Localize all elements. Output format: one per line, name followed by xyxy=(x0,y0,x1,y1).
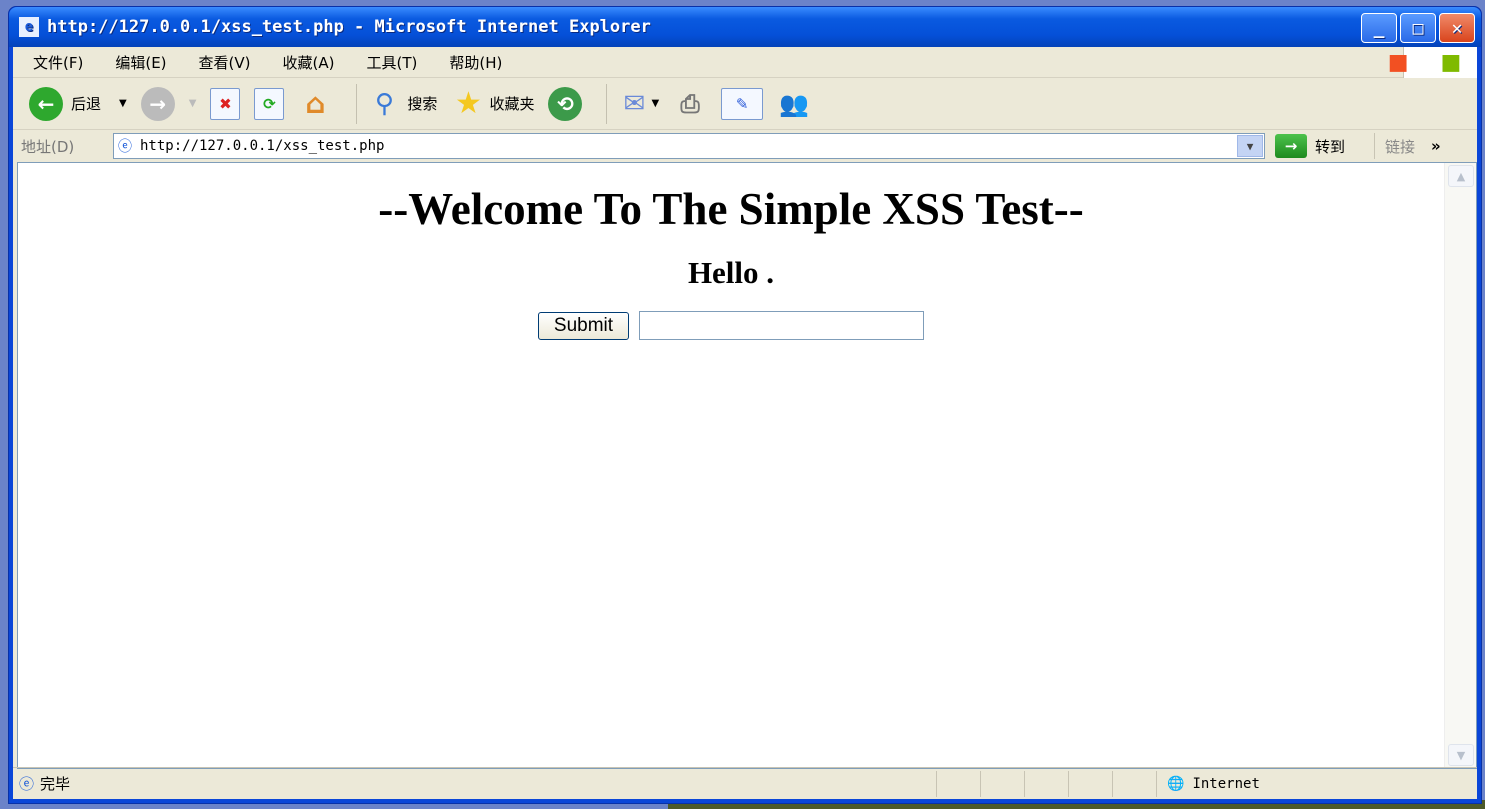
status-cell xyxy=(1112,770,1156,797)
ie-icon: e xyxy=(19,17,39,37)
search-button[interactable]: ⚲ 搜索 xyxy=(367,87,438,121)
menu-favorites[interactable]: 收藏(A) xyxy=(283,52,335,73)
submit-button[interactable]: Submit xyxy=(537,311,630,340)
page-icon: ⓔ xyxy=(118,139,132,155)
minimize-button[interactable]: _ xyxy=(1361,13,1397,43)
toolbar-separator xyxy=(356,83,358,124)
globe-icon: 🌐 xyxy=(1167,775,1185,792)
status-bar: ⓔ 完毕 🌐 Internet xyxy=(13,767,1477,799)
printer-icon: ⎙ xyxy=(680,89,700,118)
vertical-scrollbar[interactable]: ▲ ▼ xyxy=(1444,163,1476,768)
edit-icon: ✎ xyxy=(721,87,764,120)
text-input[interactable] xyxy=(639,311,925,340)
edit-button[interactable]: ✎ xyxy=(721,87,764,120)
favorites-button[interactable]: ★ 收藏夹 xyxy=(451,86,535,121)
back-button[interactable]: ← 后退 ▼ xyxy=(29,86,127,121)
browser-window: e http://127.0.0.1/xss_test.php - Micros… xyxy=(8,6,1482,804)
address-label: 地址(D) xyxy=(21,137,75,156)
stop-icon: ✖ xyxy=(210,87,241,120)
status-text: 完毕 xyxy=(40,775,71,793)
toolbar: ← 后退 ▼ → ▼ ✖ ⟳ ⌂ ⚲ 搜索 ★ 收藏夹 ⟲ ✉ ▼ ⎙ ✎ 👥 xyxy=(13,78,1477,130)
menu-view[interactable]: 查看(V) xyxy=(199,52,251,73)
print-button[interactable]: ⎙ xyxy=(673,87,707,121)
forward-dropdown-icon: ▼ xyxy=(188,98,197,109)
forward-button[interactable]: → ▼ xyxy=(140,86,197,121)
links-more-icon[interactable]: » xyxy=(1431,137,1441,155)
go-arrow-icon: → xyxy=(1275,134,1307,158)
status-cell xyxy=(1024,770,1068,797)
go-button[interactable]: → 转到 xyxy=(1275,133,1375,159)
back-arrow-icon: ← xyxy=(29,86,63,121)
mail-dropdown-icon: ▼ xyxy=(651,98,660,109)
windows-logo-icon: ■ ■ xyxy=(1388,47,1477,78)
stop-button[interactable]: ✖ xyxy=(210,87,241,120)
menu-file[interactable]: 文件(F) xyxy=(33,52,83,73)
zone-label: Internet xyxy=(1192,775,1260,792)
menu-help[interactable]: 帮助(H) xyxy=(449,52,502,73)
messenger-button[interactable]: 👥 xyxy=(777,87,811,121)
address-input[interactable]: ⓔ http://127.0.0.1/xss_test.php ▼ xyxy=(113,133,1265,159)
back-dropdown-icon[interactable]: ▼ xyxy=(119,98,127,109)
status-cell xyxy=(936,770,980,797)
address-url: http://127.0.0.1/xss_test.php xyxy=(140,138,385,154)
close-button[interactable]: ✕ xyxy=(1439,13,1475,43)
address-bar: 地址(D) ⓔ http://127.0.0.1/xss_test.php ▼ … xyxy=(13,130,1477,162)
star-icon: ★ xyxy=(454,86,482,121)
messenger-icon: 👥 xyxy=(779,89,810,118)
greeting-text: Hello . xyxy=(687,255,775,290)
status-cell xyxy=(980,770,1024,797)
mail-icon: ✉ xyxy=(623,88,646,119)
page-content: --Welcome To The Simple XSS Test-- Hello… xyxy=(17,162,1477,769)
history-button[interactable]: ⟲ xyxy=(548,86,583,121)
security-zone: 🌐 Internet xyxy=(1156,770,1422,797)
maximize-button[interactable]: □ xyxy=(1400,13,1436,43)
page-heading: --Welcome To The Simple XSS Test-- xyxy=(378,184,1084,234)
mail-button[interactable]: ✉ ▼ xyxy=(617,87,660,121)
search-icon: ⚲ xyxy=(374,88,394,119)
status-cell xyxy=(1068,770,1112,797)
links-button[interactable]: 链接 xyxy=(1385,136,1415,157)
scroll-down-icon[interactable]: ▼ xyxy=(1448,744,1474,766)
menu-tools[interactable]: 工具(T) xyxy=(366,52,417,73)
scroll-up-icon[interactable]: ▲ xyxy=(1448,165,1474,187)
refresh-icon: ⟳ xyxy=(254,87,285,120)
address-dropdown-icon[interactable]: ▼ xyxy=(1237,135,1263,157)
favorites-label: 收藏夹 xyxy=(489,95,535,113)
home-button[interactable]: ⌂ xyxy=(298,87,332,121)
xss-form: Submit xyxy=(18,311,1444,340)
forward-arrow-icon: → xyxy=(140,86,175,121)
menu-bar: 文件(F) 编辑(E) 查看(V) 收藏(A) 工具(T) 帮助(H) ■ ■ xyxy=(13,47,1477,78)
home-icon: ⌂ xyxy=(305,87,326,120)
menu-edit[interactable]: 编辑(E) xyxy=(115,52,166,73)
history-icon: ⟲ xyxy=(548,86,583,121)
page-done-icon: ⓔ xyxy=(19,775,35,793)
search-label: 搜索 xyxy=(407,95,438,113)
window-title: http://127.0.0.1/xss_test.php - Microsof… xyxy=(47,17,651,37)
toolbar-separator xyxy=(606,83,608,124)
title-bar: e http://127.0.0.1/xss_test.php - Micros… xyxy=(9,7,1481,47)
go-label: 转到 xyxy=(1315,137,1346,156)
back-label: 后退 xyxy=(71,95,102,113)
refresh-button[interactable]: ⟳ xyxy=(254,87,285,120)
